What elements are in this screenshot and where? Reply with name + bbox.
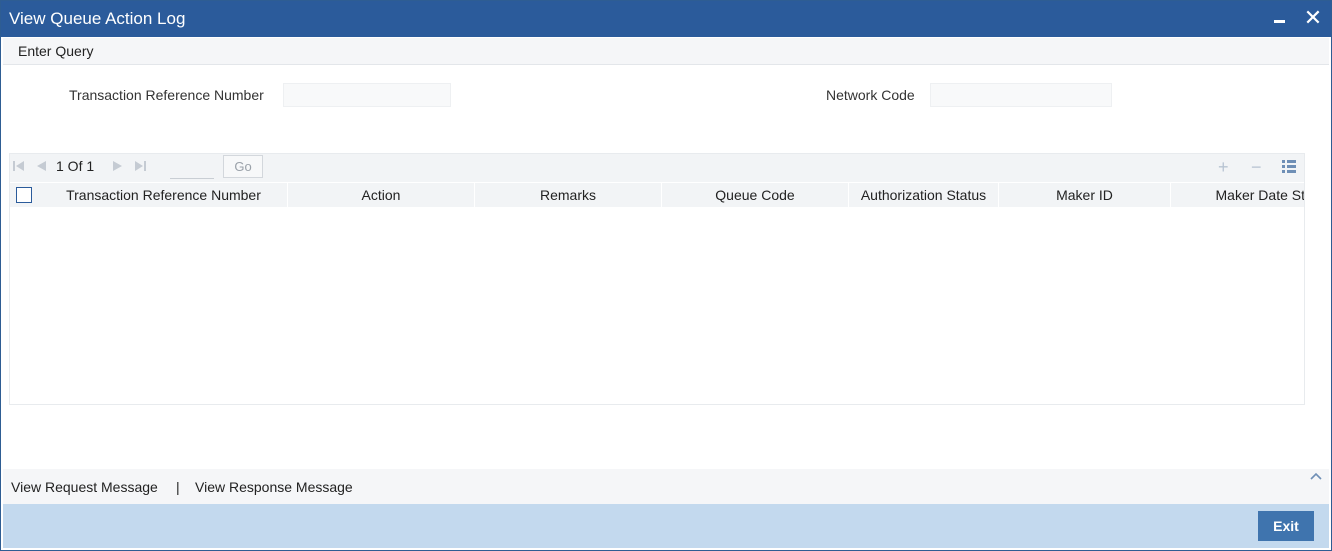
column-header-authorization-status[interactable]: Authorization Status — [849, 183, 999, 207]
add-row-icon[interactable]: + — [1218, 157, 1229, 178]
last-page-icon[interactable] — [134, 160, 146, 175]
window-title: View Queue Action Log — [9, 9, 186, 28]
first-page-icon[interactable] — [13, 160, 25, 175]
column-header-maker-id[interactable]: Maker ID — [999, 183, 1171, 207]
enter-query-menu-item[interactable]: Enter Query — [18, 43, 93, 59]
network-code-label: Network Code — [826, 87, 915, 103]
queue-action-log-grid: 1 Of 1 Go + − Transaction Reference Numb… — [9, 153, 1305, 405]
view-response-message-link[interactable]: View Response Message — [195, 479, 353, 495]
chevron-up-icon[interactable] — [1309, 469, 1323, 481]
column-header-transaction-reference-number[interactable]: Transaction Reference Number — [40, 183, 288, 207]
footer-links-bar: View Request Message | View Response Mes… — [3, 469, 1329, 504]
grid-header-row: Transaction Reference Number Action Rema… — [10, 183, 1304, 207]
select-all-checkbox[interactable] — [16, 187, 32, 203]
minimize-icon[interactable] — [1269, 7, 1291, 29]
network-code-input[interactable] — [930, 83, 1112, 107]
close-icon[interactable]: ✕ — [1301, 5, 1325, 31]
page-indicator: 1 Of 1 — [56, 158, 95, 174]
go-button[interactable]: Go — [223, 155, 263, 178]
next-page-icon[interactable] — [112, 160, 124, 175]
page-number-input[interactable] — [170, 157, 214, 179]
view-queue-action-log-window: View Queue Action Log ✕ Enter Query Tran… — [0, 0, 1332, 551]
title-bar: View Queue Action Log ✕ — [1, 1, 1331, 37]
delete-row-icon[interactable]: − — [1251, 157, 1262, 178]
column-header-action[interactable]: Action — [288, 183, 475, 207]
link-separator: | — [176, 479, 180, 495]
exit-button[interactable]: Exit — [1258, 511, 1314, 541]
list-view-icon[interactable] — [1282, 160, 1296, 174]
previous-page-icon[interactable] — [35, 160, 47, 175]
transaction-reference-number-input[interactable] — [283, 83, 451, 107]
grid-pager: 1 Of 1 Go + − — [10, 154, 1304, 182]
column-header-maker-date-stamp[interactable]: Maker Date St — [1171, 183, 1304, 207]
transaction-reference-number-label: Transaction Reference Number — [69, 87, 264, 103]
bottom-action-bar: Exit — [3, 504, 1329, 548]
column-header-queue-code[interactable]: Queue Code — [662, 183, 849, 207]
column-header-remarks[interactable]: Remarks — [475, 183, 662, 207]
view-request-message-link[interactable]: View Request Message — [11, 479, 158, 495]
menu-bar: Enter Query — [3, 38, 1329, 65]
